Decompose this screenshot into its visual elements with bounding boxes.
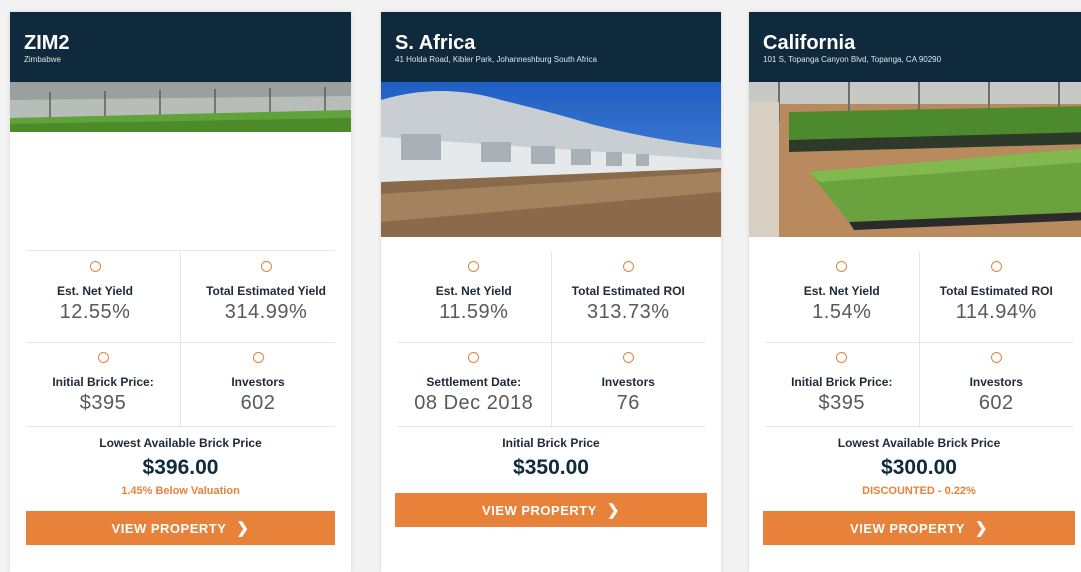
chevron-right-icon: ❯	[236, 520, 250, 537]
divider	[765, 426, 1073, 427]
button-label: VIEW PROPERTY	[850, 520, 965, 536]
price-note: 1.45% Below Valuation	[121, 485, 240, 497]
property-address: Zimbabwe	[24, 55, 61, 64]
stat-value: 1.54%	[812, 301, 872, 323]
price-label: Initial Brick Price	[502, 436, 600, 450]
property-title[interactable]: ZIM2	[24, 12, 337, 54]
divider	[397, 426, 705, 427]
stat-value: 114.94%	[955, 301, 1037, 323]
stat-investors: Investors 602	[181, 343, 335, 428]
stat-total-roi: Total Estimated ROI 114.94%	[920, 252, 1074, 342]
stat-net-yield: Est. Net Yield 11.59%	[397, 252, 552, 342]
stat-settlement-date: Settlement Date: 08 Dec 2018	[397, 343, 552, 428]
price-value: $350.00	[513, 456, 589, 479]
stat-value: 12.55%	[59, 301, 131, 323]
stat-label: Est. Net Yield	[56, 284, 134, 298]
stat-value: 08 Dec 2018	[414, 392, 534, 414]
stat-label: Total Estimated Yield	[206, 284, 326, 298]
coin-icon	[836, 261, 848, 272]
property-title[interactable]: California	[763, 12, 1075, 54]
divider	[26, 250, 335, 251]
price-label: Lowest Available Brick Price	[837, 436, 1001, 450]
stats-grid: Est. Net Yield 1.54% Total Estimated ROI…	[749, 252, 1081, 428]
stat-label: Investors	[601, 375, 655, 389]
card-header: California 101 S, Topanga Canyon Blvd, T…	[749, 12, 1081, 82]
price-section: Lowest Available Brick Price $396.00 1.4…	[10, 436, 351, 497]
stat-value: 314.99%	[224, 301, 308, 323]
stat-label: Initial Brick Price:	[791, 375, 893, 389]
stat-initial-brick-price: Initial Brick Price: $395	[765, 343, 920, 428]
stat-label: Settlement Date:	[426, 375, 522, 389]
stat-value: 602	[978, 392, 1014, 414]
property-address: 101 S, Topanga Canyon Blvd, Topanga, CA …	[763, 55, 942, 64]
stat-label: Total Estimated ROI	[571, 284, 685, 298]
stat-value: 11.59%	[439, 301, 509, 323]
coin-icon	[468, 352, 480, 363]
stat-label: Total Estimated ROI	[939, 284, 1053, 298]
chevron-right-icon: ❯	[974, 520, 988, 537]
stat-label: Est. Net Yield	[803, 284, 880, 298]
stats-grid: Est. Net Yield 12.55% Total Estimated Yi…	[10, 252, 351, 428]
chevron-right-icon: ❯	[606, 502, 620, 519]
property-card-zim2: ZIM2 Zimbabwe Est. Net Yield 12.55% Tota…	[10, 12, 351, 572]
property-photo[interactable]	[381, 82, 721, 237]
stat-initial-brick-price: Initial Brick Price: $395	[26, 343, 181, 428]
property-card-s-africa: S. Africa 41 Holda Road, Kibler Park, Jo…	[381, 12, 721, 572]
button-label: VIEW PROPERTY	[482, 502, 597, 518]
coin-icon	[468, 261, 480, 272]
divider	[26, 426, 335, 427]
stat-value: 602	[240, 392, 276, 414]
view-property-button[interactable]: VIEW PROPERTY ❯	[26, 511, 335, 545]
button-label: VIEW PROPERTY	[111, 520, 227, 536]
price-note: DISCOUNTED - 0.22%	[862, 485, 976, 497]
coin-icon	[252, 352, 264, 363]
stat-value: 76	[616, 392, 640, 414]
coin-icon	[990, 261, 1002, 272]
coin-icon	[97, 352, 109, 363]
stat-value: $395	[79, 392, 127, 414]
coin-icon	[990, 352, 1002, 363]
stat-investors: Investors 602	[920, 343, 1074, 428]
stat-value: 313.73%	[587, 301, 670, 323]
stat-total-yield: Total Estimated Yield 314.99%	[181, 252, 351, 342]
stat-label: Investors	[969, 375, 1023, 389]
property-photo[interactable]	[10, 82, 351, 132]
stat-total-roi: Total Estimated ROI 313.73%	[552, 252, 706, 342]
coin-icon	[622, 352, 634, 363]
coin-icon	[836, 352, 848, 363]
price-section: Initial Brick Price $350.00	[381, 436, 721, 480]
stat-net-yield: Est. Net Yield 1.54%	[765, 252, 920, 342]
view-property-button[interactable]: VIEW PROPERTY ❯	[395, 493, 707, 527]
card-header: S. Africa 41 Holda Road, Kibler Park, Jo…	[381, 12, 721, 82]
property-card-california: California 101 S, Topanga Canyon Blvd, T…	[749, 12, 1081, 572]
property-title[interactable]: S. Africa	[395, 12, 707, 54]
price-label: Lowest Available Brick Price	[99, 436, 262, 450]
stat-label: Est. Net Yield	[435, 284, 512, 298]
view-property-button[interactable]: VIEW PROPERTY ❯	[763, 511, 1075, 545]
coin-icon	[260, 261, 272, 272]
coin-icon	[89, 261, 101, 272]
stat-value: $395	[818, 392, 865, 414]
property-photo[interactable]	[749, 82, 1081, 237]
price-section: Lowest Available Brick Price $300.00 DIS…	[749, 436, 1081, 497]
price-value: $300.00	[881, 456, 957, 479]
stats-grid: Est. Net Yield 11.59% Total Estimated RO…	[381, 252, 721, 428]
coin-icon	[622, 261, 634, 272]
stat-net-yield: Est. Net Yield 12.55%	[10, 252, 181, 342]
card-header: ZIM2 Zimbabwe	[10, 12, 351, 82]
stat-label: Initial Brick Price:	[52, 375, 154, 389]
stat-label: Investors	[231, 375, 285, 389]
stat-investors: Investors 76	[552, 343, 706, 428]
price-value: $396.00	[142, 456, 219, 479]
property-address: 41 Holda Road, Kibler Park, Johanneshbur…	[395, 55, 597, 64]
